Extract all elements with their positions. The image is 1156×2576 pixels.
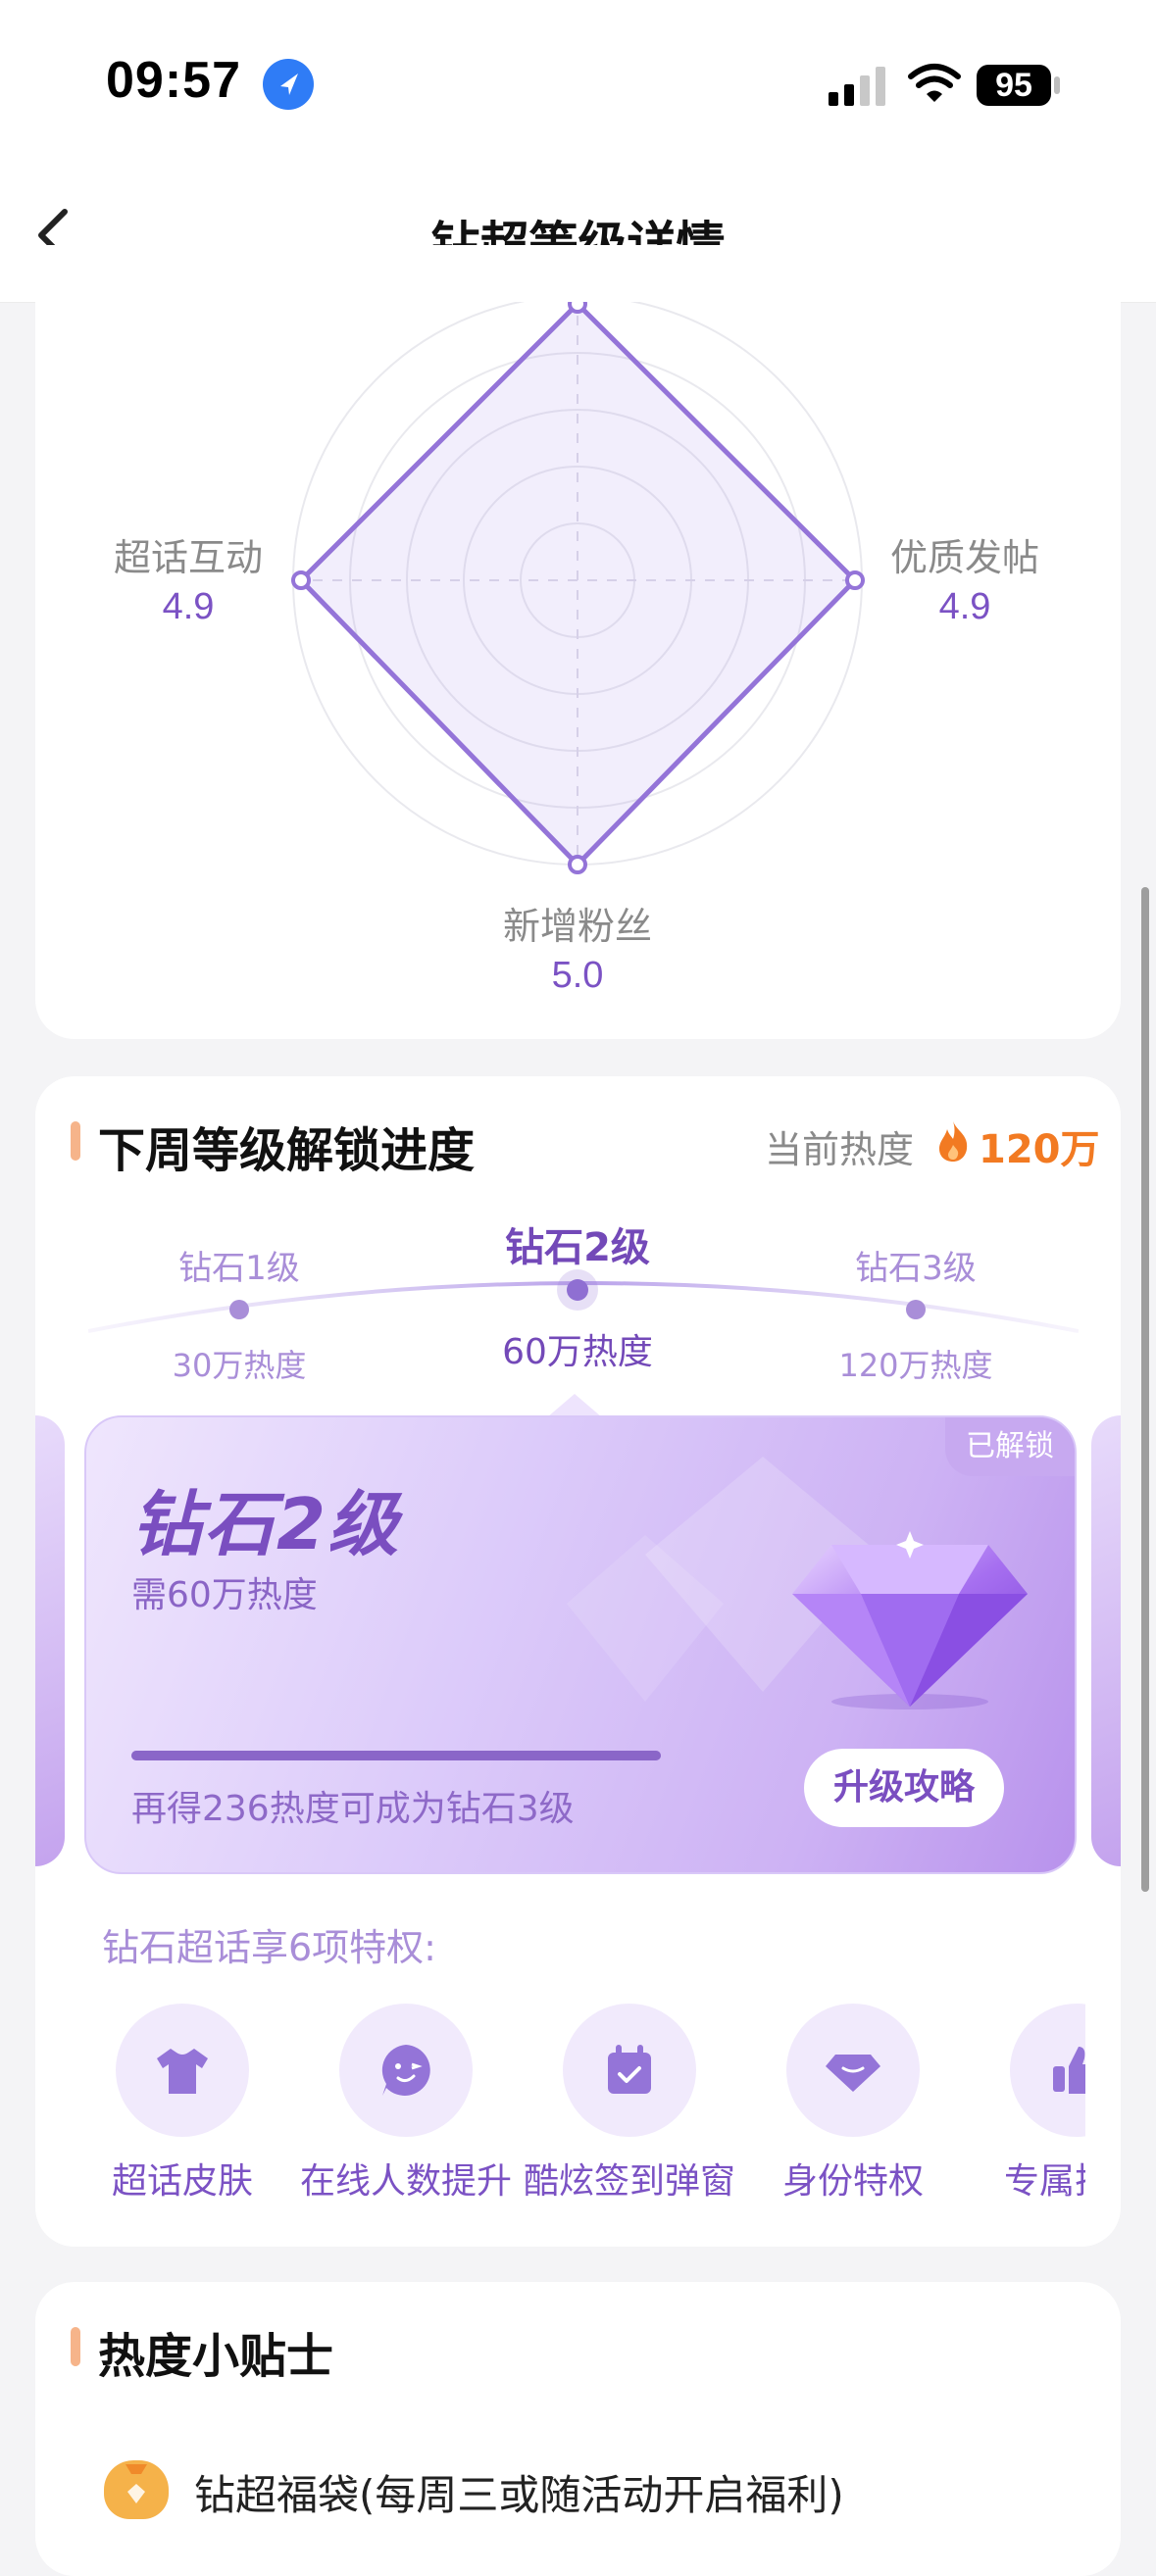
privilege-item[interactable]: 超话皮肤 <box>71 2004 294 2202</box>
tip-item-text[interactable]: 钻超福袋(每周三或随活动开启福利) <box>194 2462 844 2522</box>
level-name-2[interactable]: 钻石2级 <box>450 1215 705 1272</box>
unlocked-badge: 已解锁 <box>945 1417 1075 1476</box>
upgrade-guide-button[interactable]: 升级攻略 <box>804 1749 1004 1827</box>
card-level-title: 钻石2级 <box>131 1483 401 1565</box>
cellular-signal-icon <box>829 67 885 106</box>
location-arrow-icon <box>263 59 314 110</box>
fire-icon <box>939 1121 968 1162</box>
radar-value-left: 4.9 <box>162 586 215 627</box>
status-time: 09:57 <box>106 52 241 109</box>
radar-value-bottom: 5.0 <box>551 955 604 996</box>
level-heat-2: 60万热度 <box>502 1332 653 1372</box>
card-progress-bar <box>131 1751 661 1760</box>
radar-chart <box>291 302 865 874</box>
level-card[interactable]: 已解锁 钻石2级 需60万热度 再得236热度可成为钻石3级 升级攻略 <box>84 1415 1077 1874</box>
calendar-check-icon <box>608 2045 651 2094</box>
privilege-label: 身份特权 <box>781 2161 924 2202</box>
card-upgrade-hint: 再得236热度可成为钻石3级 <box>131 1789 575 1829</box>
privilege-icon-bg <box>116 2004 249 2137</box>
card-pointer <box>547 1394 602 1417</box>
privilege-title: 钻石超话享6项特权: <box>102 1926 436 1969</box>
privilege-icon-bg <box>339 2004 473 2137</box>
privilege-label: 酷炫签到弹窗 <box>523 2161 735 2202</box>
diamond-icon <box>826 2055 880 2092</box>
level-dot-1 <box>229 1300 249 1319</box>
level-heat-3: 120万热度 <box>838 1347 993 1384</box>
tips-section-title: 热度小贴士 <box>98 2329 334 2384</box>
level-name-1[interactable]: 钻石1级 <box>112 1241 367 1289</box>
radar-point-bottom <box>568 855 587 874</box>
privilege-label: 在线人数提升 <box>299 2161 512 2202</box>
radar-point-top <box>568 302 587 314</box>
radar-label-bottom: 新增粉丝 <box>502 905 652 948</box>
diamond-icon <box>792 1531 1028 1709</box>
level-name-3[interactable]: 钻石3级 <box>788 1241 1043 1289</box>
section-marker <box>71 2327 80 2366</box>
radar-area <box>298 302 858 867</box>
privilege-icon-bg <box>786 2004 920 2137</box>
privilege-label: 专属挂 <box>1004 2161 1085 2202</box>
card-heat-requirement: 需60万热度 <box>131 1575 318 1615</box>
privilege-item[interactable]: 专属挂 <box>965 2004 1085 2202</box>
tshirt-icon <box>157 2049 208 2094</box>
privilege-icon-bg <box>563 2004 696 2137</box>
lucky-bag-icon <box>104 2460 169 2519</box>
progress-section-title: 下周等级解锁进度 <box>98 1123 476 1178</box>
radar-label-left: 超话互动 <box>113 536 263 579</box>
face-icon <box>381 2045 430 2096</box>
scrollbar[interactable] <box>1141 887 1149 1892</box>
current-heat-label: 当前热度 <box>765 1128 915 1171</box>
card-progress-fill <box>131 1751 661 1760</box>
battery-indicator: 95 <box>977 65 1051 106</box>
level-heat-1: 30万热度 <box>172 1347 307 1384</box>
prev-level-card[interactable] <box>35 1415 65 1866</box>
privilege-item[interactable]: 在线人数提升 <box>294 2004 518 2202</box>
current-heat-value: 120万 <box>979 1127 1100 1172</box>
section-marker <box>71 1121 80 1161</box>
status-bar: 09:57 95 <box>0 0 1156 167</box>
wifi-icon <box>908 64 961 102</box>
battery-tip <box>1054 76 1060 94</box>
privilege-label: 超话皮肤 <box>111 2161 253 2202</box>
radar-label-right: 优质发帖 <box>889 536 1039 579</box>
privilege-icon-bg <box>1010 2004 1085 2137</box>
level-dot-2 <box>567 1279 588 1301</box>
privilege-item[interactable]: 酷炫签到弹窗 <box>518 2004 741 2202</box>
privilege-item[interactable]: 身份特权 <box>741 2004 965 2202</box>
level-dot-3 <box>906 1300 926 1319</box>
next-level-card[interactable] <box>1091 1415 1121 1866</box>
privilege-list: 超话皮肤 在线人数提升 酷炫签到弹窗 身份特权 专属 <box>71 1990 1085 2225</box>
radar-value-right: 4.9 <box>938 586 991 627</box>
thumb-icon <box>1053 2047 1085 2094</box>
